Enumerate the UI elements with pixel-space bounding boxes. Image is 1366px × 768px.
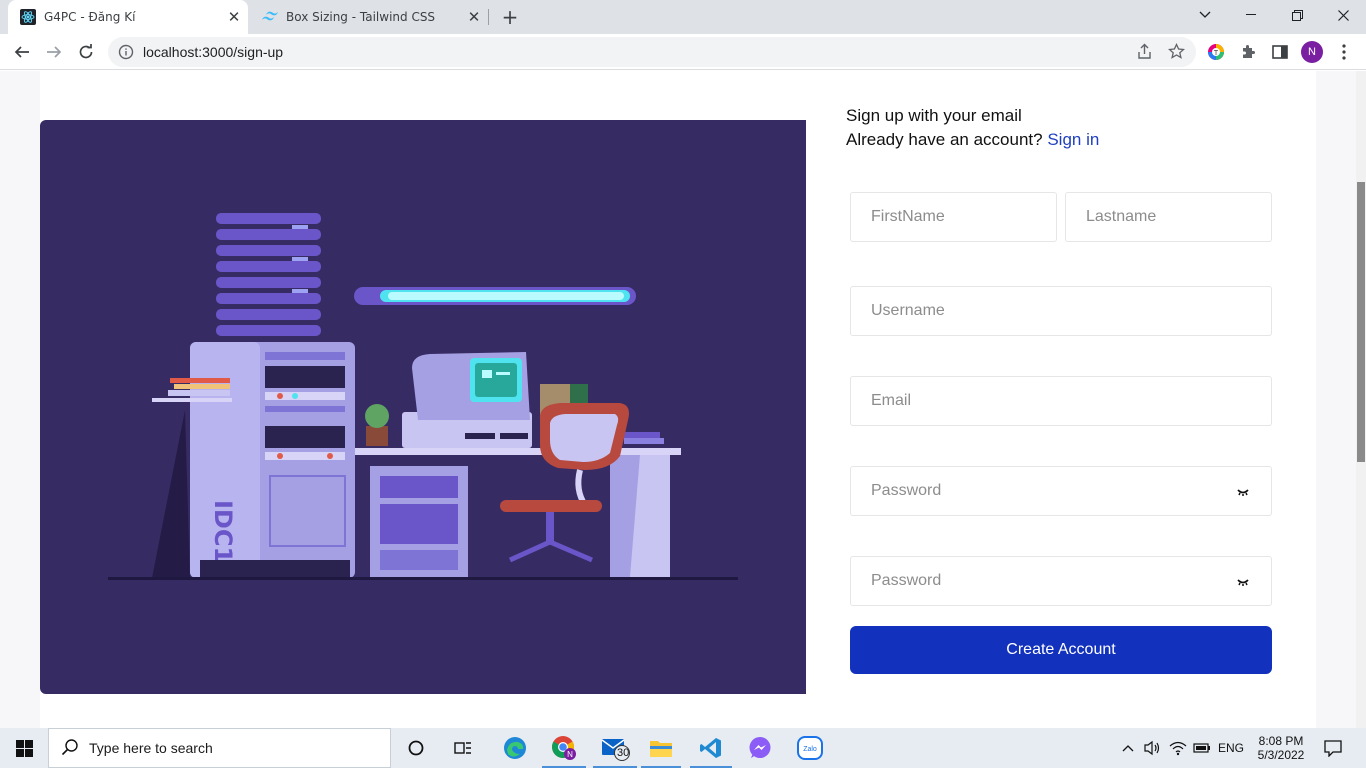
chrome-taskbar-icon[interactable]: N	[542, 728, 586, 768]
password-visibility-icon[interactable]	[1235, 485, 1251, 499]
file-explorer-icon[interactable]	[641, 728, 681, 768]
react-favicon-icon	[20, 9, 36, 25]
close-tab-icon[interactable]: ✕	[464, 7, 484, 27]
notification-center-icon[interactable]	[1316, 728, 1350, 768]
wifi-icon[interactable]	[1166, 728, 1190, 768]
svg-text:T: T	[1214, 50, 1219, 57]
task-view-icon[interactable]	[444, 728, 482, 768]
zalo-icon[interactable]: Zalo	[790, 728, 830, 768]
search-icon	[61, 738, 79, 759]
tab-sign-up[interactable]: G4PC - Đăng Kí ✕	[8, 0, 248, 34]
clock-date: 5/3/2022	[1257, 748, 1305, 762]
browser-menu-icon[interactable]	[1330, 38, 1358, 66]
battery-icon[interactable]	[1190, 728, 1214, 768]
tab-box-sizing[interactable]: Box Sizing - Tailwind CSS ✕	[250, 0, 488, 34]
confirm-password-input[interactable]	[851, 557, 1271, 605]
office-desk-image: IDC1	[108, 213, 738, 580]
clock-time: 8:08 PM	[1258, 734, 1304, 748]
svg-text:N: N	[567, 750, 573, 759]
password-input[interactable]	[851, 467, 1271, 515]
signup-title: Sign up with your email	[846, 106, 1022, 125]
browser-toolbar: localhost:3000/sign-up T N	[0, 34, 1366, 70]
reload-button[interactable]	[72, 38, 100, 66]
lastname-input[interactable]	[1066, 193, 1271, 241]
workspace-illustration: IDC1	[40, 120, 806, 694]
forward-button[interactable]	[40, 38, 68, 66]
tab-separator	[488, 9, 489, 25]
mail-unread-badge: 30	[617, 747, 630, 759]
taskbar-search-placeholder: Type here to search	[89, 740, 213, 756]
windows-start-icon[interactable]	[0, 728, 48, 768]
extensions-puzzle-icon[interactable]	[1234, 38, 1262, 66]
tab-title: G4PC - Đăng Kí	[44, 10, 136, 24]
cortana-icon[interactable]	[398, 728, 434, 768]
restore-button[interactable]	[1274, 0, 1320, 30]
confirm-password-field	[850, 556, 1272, 606]
firstname-input[interactable]	[851, 193, 1056, 241]
signup-heading-block: Sign up with your email Already have an …	[846, 104, 1099, 152]
username-input[interactable]	[851, 287, 1271, 335]
minimize-button[interactable]	[1228, 0, 1274, 30]
tailwind-favicon-icon	[262, 9, 278, 25]
scrollbar-thumb[interactable]	[1357, 182, 1365, 462]
address-bar[interactable]: localhost:3000/sign-up	[108, 37, 1196, 67]
edge-browser-icon[interactable]	[495, 728, 535, 768]
close-tab-icon[interactable]: ✕	[224, 7, 244, 27]
new-tab-button[interactable]: +	[498, 5, 522, 29]
tab-title: Box Sizing - Tailwind CSS	[286, 10, 436, 24]
bookmark-star-icon[interactable]	[1167, 42, 1186, 64]
close-window-button[interactable]	[1320, 0, 1366, 30]
site-info-icon[interactable]	[118, 44, 134, 60]
mail-icon[interactable]: 30	[593, 728, 637, 768]
windows-taskbar: Type here to search N 30 Zalo ENG 8:08 P…	[0, 728, 1366, 768]
side-panel-icon[interactable]	[1266, 38, 1294, 66]
tab-search-chevron-icon[interactable]	[1182, 0, 1228, 30]
confirm-password-visibility-icon[interactable]	[1235, 575, 1251, 589]
system-clock[interactable]: 8:08 PM 5/3/2022	[1252, 728, 1310, 768]
url-text: localhost:3000/sign-up	[143, 44, 284, 60]
svg-text:Zalo: Zalo	[803, 746, 817, 753]
vscode-icon[interactable]	[690, 728, 732, 768]
firstname-field	[850, 192, 1057, 242]
taskbar-search-box[interactable]: Type here to search	[48, 728, 391, 768]
sign-in-link[interactable]: Sign in	[1047, 130, 1099, 149]
lastname-field	[1065, 192, 1272, 242]
volume-icon[interactable]	[1140, 728, 1164, 768]
back-button[interactable]	[8, 38, 36, 66]
color-extension-icon[interactable]: T	[1202, 38, 1230, 66]
share-icon[interactable]	[1136, 43, 1153, 64]
messenger-icon[interactable]	[740, 728, 780, 768]
already-have-account-line: Already have an account? Sign in	[846, 128, 1099, 152]
create-account-button[interactable]: Create Account	[850, 626, 1272, 674]
email-input[interactable]	[851, 377, 1271, 425]
password-field	[850, 466, 1272, 516]
browser-tab-strip: G4PC - Đăng Kí ✕ Box Sizing - Tailwind C…	[0, 0, 1366, 34]
email-field	[850, 376, 1272, 426]
profile-avatar[interactable]: N	[1301, 41, 1323, 63]
already-have-account-text: Already have an account?	[846, 130, 1043, 149]
svg-text:IDC1: IDC1	[209, 500, 237, 563]
input-language[interactable]: ENG	[1216, 728, 1246, 768]
show-hidden-icons-chevron-icon[interactable]	[1118, 728, 1138, 768]
username-field	[850, 286, 1272, 336]
